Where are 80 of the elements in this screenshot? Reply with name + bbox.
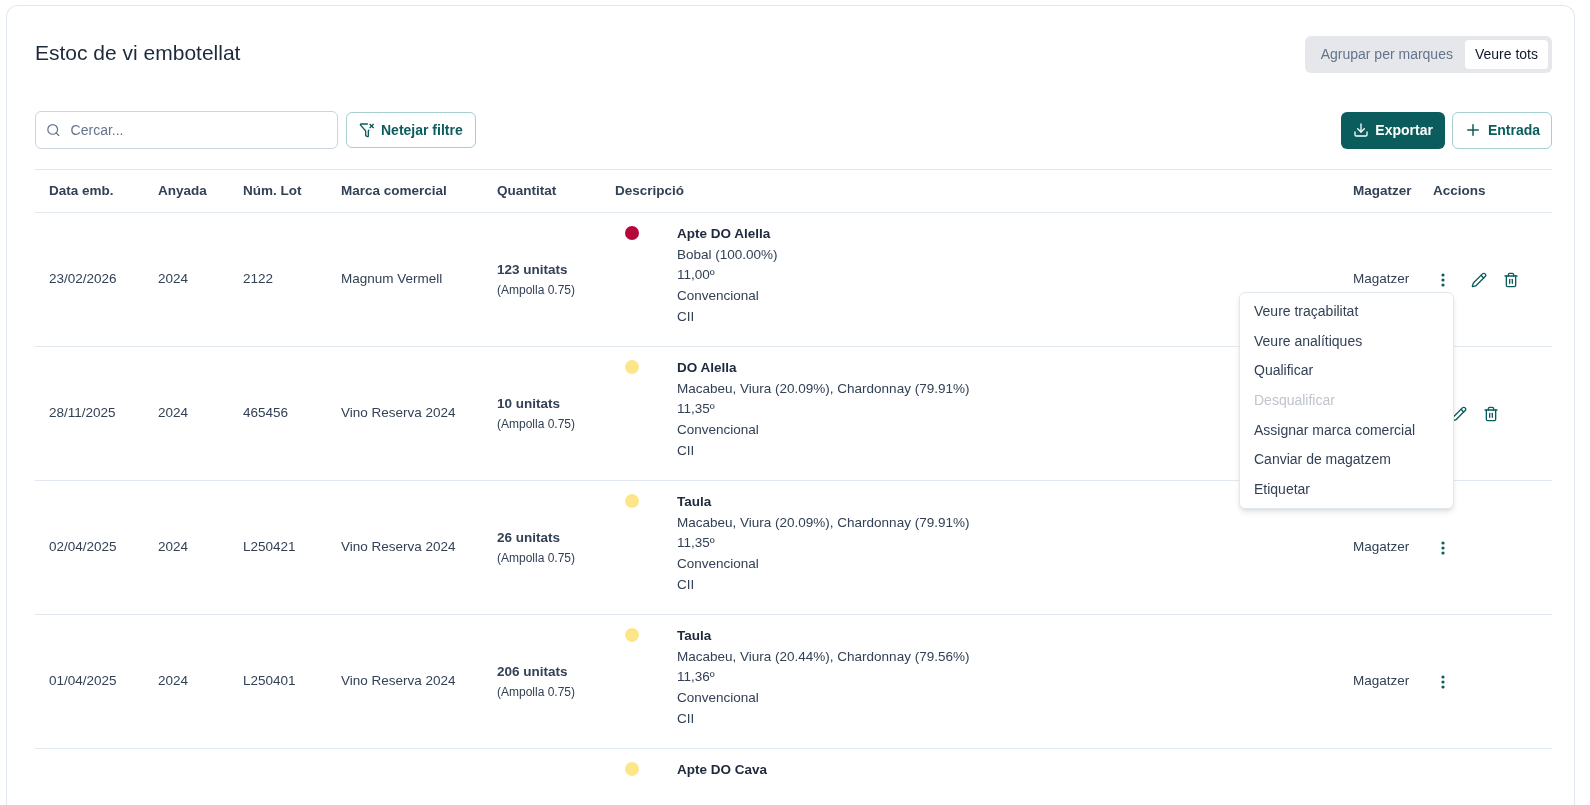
description-title: Taula (677, 493, 712, 511)
description-title: DO Alella (677, 359, 737, 377)
table-cell: 2024 (158, 405, 189, 421)
table-cell: Magatzer (1353, 539, 1410, 555)
description-title: Taula (677, 627, 712, 645)
description-title: Apte DO Cava (677, 761, 768, 779)
table-cell: L250401 (243, 673, 296, 689)
table-cell: Magnum Vermell (341, 271, 443, 287)
column-header: Anyada (158, 181, 208, 200)
column-header: Marca comercial (341, 181, 448, 200)
quantity-text: 10 unitats (497, 395, 562, 414)
quantity-text: 26 unitats (497, 529, 562, 548)
trash-icon (1503, 271, 1519, 288)
table-cell: 2024 (158, 673, 189, 689)
description-line: Convencional (677, 555, 759, 574)
pencil-icon (1471, 271, 1487, 288)
description-line: CII (677, 709, 695, 728)
format-text: (Ampolla 0.75) (497, 549, 577, 567)
quantity-text: 123 unitats (497, 261, 569, 280)
description-line: 11,35º (677, 534, 715, 553)
description-line: 11,00º (677, 266, 715, 285)
description-line: Convencional (677, 689, 759, 708)
column-header: Núm. Lot (243, 181, 303, 200)
download-icon (1353, 122, 1370, 138)
menu-item[interactable]: Canviar de magatzem (1240, 444, 1453, 475)
column-header: Descripció (615, 181, 686, 200)
description-line: CII (677, 575, 695, 594)
view-tab[interactable]: Veure tots (1464, 40, 1548, 69)
description-line: 11,35º (677, 400, 715, 419)
clear-filter-button[interactable]: Netejar filtre (346, 112, 476, 148)
description-line: CII (677, 307, 695, 326)
more-icon (1441, 540, 1445, 555)
description-line: Macabeu, Viura (20.09%), Chardonnay (79.91%) (677, 379, 970, 398)
table-cell: 2024 (158, 539, 189, 555)
menu-item[interactable]: Assignar marca comercial (1240, 415, 1453, 445)
table-cell: Vino Reserva 2024 (341, 405, 456, 421)
search-field[interactable]: Cercar... (35, 111, 338, 149)
pencil-icon (1451, 405, 1467, 422)
format-text: (Ampolla 0.75) (497, 281, 577, 299)
table-cell: 28/11/2025 (49, 405, 116, 421)
table-cell: 2024 (158, 271, 189, 287)
column-header: Magatzer (1353, 181, 1413, 200)
filter-clear-icon (359, 122, 375, 138)
table-cell: Magatzer (1353, 271, 1410, 287)
table-cell: Magatzer (1353, 673, 1410, 689)
more-icon (1441, 272, 1445, 287)
description-line: Macabeu, Viura (20.09%), Chardonnay (79.91%) (677, 513, 970, 532)
quantity-text: 206 unitats (497, 663, 569, 682)
description-line: Bobal (100.00%) (677, 245, 778, 264)
view-tab[interactable]: Agrupar per marques (1308, 40, 1465, 69)
table-cell: Vino Reserva 2024 (341, 539, 456, 555)
column-header: Data emb. (49, 181, 115, 200)
add-entry-button[interactable]: Entrada (1451, 111, 1552, 149)
page-title: Estoc de vi embotellat (35, 40, 241, 66)
menu-item[interactable]: Veure analítiques (1240, 326, 1453, 357)
search-icon (46, 122, 61, 138)
table-cell: 23/02/2026 (49, 271, 117, 287)
description-line: 11,36º (677, 668, 715, 687)
table-cell: 01/04/2025 (49, 673, 117, 689)
menu-item[interactable]: Etiquetar (1240, 474, 1453, 505)
description-line: CII (677, 441, 695, 460)
description-title: Apte DO Alella (677, 225, 771, 243)
description-line: Convencional (677, 421, 759, 440)
menu-item[interactable]: Veure traçabilitat (1240, 297, 1453, 327)
description-line: Convencional (677, 287, 759, 306)
column-header: Accions (1433, 181, 1487, 200)
format-text: (Ampolla 0.75) (497, 415, 577, 433)
more-icon (1441, 674, 1445, 689)
table-cell: 02/04/2025 (49, 539, 117, 555)
search-input[interactable]: Cercar... (70, 119, 327, 141)
format-text: (Ampolla 0.75) (497, 683, 577, 701)
trash-icon (1483, 405, 1499, 422)
table-cell: 465456 (243, 405, 289, 421)
table-cell: 2122 (243, 271, 274, 287)
column-header: Quantitat (497, 181, 558, 200)
export-button[interactable]: Exportar (1341, 111, 1445, 149)
menu-item[interactable]: Qualificar (1240, 356, 1453, 386)
description-line: Macabeu, Viura (20.44%), Chardonnay (79.56%) (677, 647, 970, 666)
table-cell: L250421 (243, 539, 296, 555)
table-cell: Vino Reserva 2024 (341, 673, 456, 689)
